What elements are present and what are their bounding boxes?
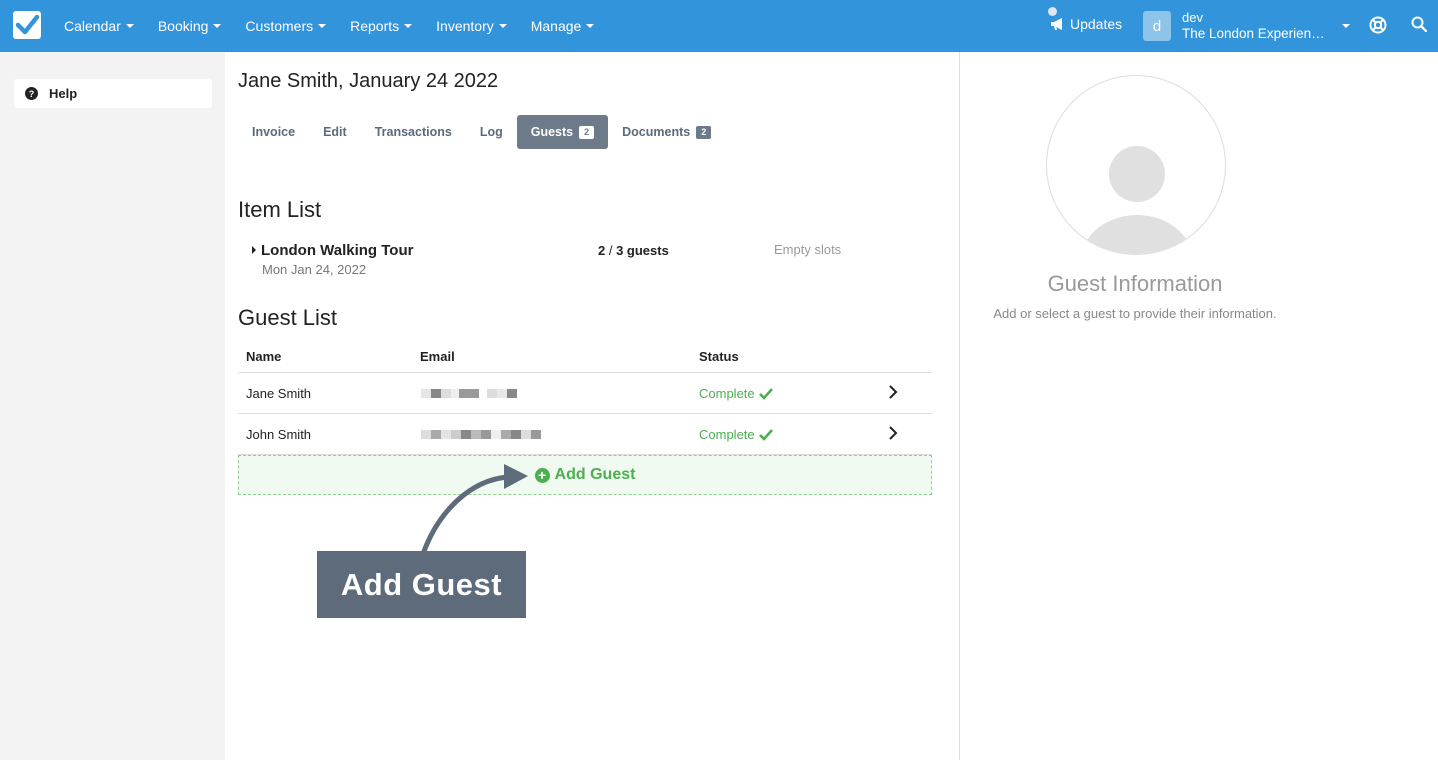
nav-reports-label: Reports bbox=[350, 18, 400, 34]
nav-calendar-label: Calendar bbox=[64, 18, 121, 34]
guest-info-panel: Guest Information Add or select a guest … bbox=[959, 52, 1438, 760]
guest-avatar bbox=[1046, 75, 1226, 255]
count-badge: 2 bbox=[696, 125, 712, 139]
nav-manage[interactable]: Manage bbox=[531, 18, 595, 34]
help-button[interactable]: ? Help bbox=[14, 79, 212, 108]
tab-edit[interactable]: Edit bbox=[309, 115, 361, 149]
tab-invoice[interactable]: Invoice bbox=[238, 115, 309, 149]
avatar: d bbox=[1143, 11, 1171, 41]
status-label: Complete bbox=[699, 427, 755, 442]
add-guest-label: Add Guest bbox=[554, 466, 636, 483]
expand-triangle-icon[interactable] bbox=[252, 246, 256, 254]
status-badge: Complete bbox=[699, 386, 773, 401]
table-row[interactable]: Jane Smith Complete bbox=[238, 373, 932, 414]
status-badge: Complete bbox=[699, 427, 773, 442]
tab-guests[interactable]: Guests 2 bbox=[516, 115, 609, 149]
table-row[interactable]: John Smith Complete bbox=[238, 414, 932, 455]
redacted-email bbox=[421, 430, 541, 439]
guest-info-title: Guest Information bbox=[1047, 271, 1223, 296]
chevron-down-icon bbox=[318, 24, 327, 28]
nav-inventory[interactable]: Inventory bbox=[436, 18, 507, 34]
guest-list-heading: Guest List bbox=[238, 305, 338, 330]
nav-manage-label: Manage bbox=[530, 18, 582, 34]
left-sidebar: ? Help bbox=[0, 52, 225, 760]
nav-booking-label: Booking bbox=[157, 18, 209, 34]
nav-reports[interactable]: Reports bbox=[350, 18, 413, 34]
user-name: dev bbox=[1182, 10, 1203, 25]
callout-arrow-icon bbox=[420, 464, 528, 555]
add-guest-button[interactable]: + Add Guest bbox=[238, 455, 932, 495]
lifebuoy-icon[interactable] bbox=[1369, 16, 1387, 34]
chevron-down-icon bbox=[404, 24, 413, 28]
nav-calendar[interactable]: Calendar bbox=[64, 18, 134, 34]
tab-transactions[interactable]: Transactions bbox=[361, 115, 466, 149]
chevron-right-icon[interactable] bbox=[888, 385, 898, 399]
main-nav: Calendar Booking Customers Reports Inven… bbox=[64, 0, 618, 52]
guest-name: Jane Smith bbox=[246, 386, 312, 401]
guest-info-subtitle: Add or select a guest to provide their i… bbox=[993, 306, 1277, 321]
updates-label: Updates bbox=[1070, 16, 1123, 32]
nav-customers[interactable]: Customers bbox=[245, 18, 327, 34]
redacted-email bbox=[421, 389, 517, 398]
top-navbar: Calendar Booking Customers Reports Inven… bbox=[0, 0, 1438, 52]
add-guest-callout: Add Guest bbox=[317, 551, 526, 618]
guest-count: 2 / 3 guests bbox=[598, 243, 669, 258]
item-name: London Walking Tour bbox=[261, 242, 414, 259]
chevron-right-icon[interactable] bbox=[888, 426, 898, 440]
status-label: Complete bbox=[699, 386, 755, 401]
guest-count-separator: / bbox=[605, 243, 617, 258]
page-title: Jane Smith, January 24 2022 bbox=[238, 70, 499, 92]
app-logo-icon[interactable] bbox=[13, 11, 41, 39]
tab-label: Invoice bbox=[252, 125, 296, 139]
column-header-name: Name bbox=[246, 349, 282, 364]
org-name: The London Experience Co. bbox=[1182, 26, 1330, 41]
nav-booking[interactable]: Booking bbox=[158, 18, 222, 34]
chevron-down-icon bbox=[213, 24, 222, 28]
help-label: Help bbox=[49, 86, 78, 101]
user-info: dev The London Experience Co. bbox=[1182, 10, 1332, 42]
chevron-down-icon bbox=[586, 24, 595, 28]
tab-documents[interactable]: Documents 2 bbox=[608, 115, 725, 149]
search-icon[interactable] bbox=[1411, 16, 1427, 32]
megaphone-icon bbox=[1051, 18, 1062, 30]
count-badge: 2 bbox=[579, 125, 595, 139]
user-menu[interactable]: d dev The London Experience Co. bbox=[1143, 10, 1332, 42]
user-silhouette-icon bbox=[1081, 146, 1193, 254]
empty-slots-label: Empty slots bbox=[774, 242, 842, 257]
tab-label: Transactions bbox=[374, 125, 452, 139]
item-date: Mon Jan 24, 2022 bbox=[262, 262, 367, 277]
tab-bar: Invoice Edit Transactions Log Guests 2 Do… bbox=[238, 115, 725, 149]
notification-dot-icon bbox=[1048, 7, 1057, 16]
tab-label: Guests bbox=[530, 125, 574, 139]
chevron-down-icon bbox=[125, 24, 134, 28]
nav-inventory-label: Inventory bbox=[436, 18, 494, 34]
checkmark-icon bbox=[758, 428, 773, 441]
tab-label: Log bbox=[479, 125, 503, 139]
checkmark-icon bbox=[758, 387, 773, 400]
table-header: Name Email Status bbox=[238, 344, 932, 373]
updates-button[interactable]: Updates bbox=[1048, 7, 1123, 32]
user-menu-chevron-down-icon[interactable] bbox=[1342, 24, 1350, 28]
question-icon: ? bbox=[25, 87, 38, 100]
tab-label: Edit bbox=[323, 125, 347, 139]
tab-label: Documents bbox=[622, 125, 691, 139]
chevron-down-icon bbox=[498, 24, 507, 28]
column-header-email: Email bbox=[420, 349, 455, 364]
guest-count-total: 3 guests bbox=[616, 243, 669, 258]
item-list-heading: Item List bbox=[238, 197, 322, 222]
guest-name: John Smith bbox=[246, 427, 312, 442]
tab-log[interactable]: Log bbox=[466, 115, 517, 149]
main-content: Jane Smith, January 24 2022 Invoice Edit… bbox=[225, 52, 959, 760]
nav-customers-label: Customers bbox=[245, 18, 314, 34]
column-header-status: Status bbox=[699, 349, 739, 364]
